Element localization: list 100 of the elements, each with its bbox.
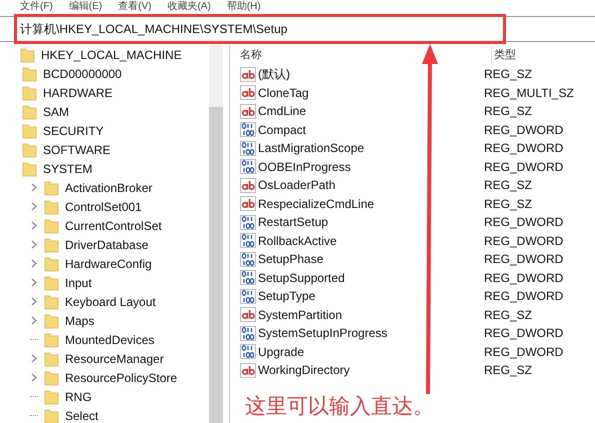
value-name[interactable]: Compact [258,120,306,139]
tree-item[interactable]: Keyboard Layout [65,292,156,310]
tree-item[interactable]: SECURITY [43,122,104,140]
tree-item[interactable]: SOFTWARE [43,140,111,158]
string-value-icon [240,362,256,378]
value-type: REG_DWORD [483,288,564,306]
value-type: REG_DWORD [483,140,564,158]
folder-icon [44,236,59,252]
folder-icon [22,122,37,138]
value-type: REG_SZ [483,306,532,324]
folder-icon [44,198,59,214]
value-type: REG_DWORD [483,158,564,176]
folder-icon [22,66,37,82]
scrollbar-thumb[interactable] [209,107,223,423]
tree-item[interactable]: HKEY_LOCAL_MACHINE [41,46,182,64]
string-value-icon [240,85,256,100]
binary-value-icon [240,122,256,138]
value-type: REG_DWORD [483,344,564,361]
value-type: REG_DWORD [483,325,564,342]
folder-icon [22,160,37,176]
scrollbar[interactable] [209,45,223,423]
value-type: REG_DWORD [483,214,564,232]
value-type: REG_SZ [483,103,532,120]
string-value-icon [240,196,256,212]
folder-icon [22,84,37,100]
value-name[interactable]: RespecializeCmdLine [258,194,374,213]
value-type: REG_DWORD [483,232,564,250]
tree-item[interactable]: DriverDatabase [65,236,148,254]
value-name[interactable]: LastMigrationScope [258,139,364,158]
value-type: REG_DWORD [483,122,564,139]
value-name[interactable]: SetupPhase [258,250,324,268]
column-header[interactable]: 类型 [494,48,516,61]
value-type: REG_SZ [483,177,532,194]
string-value-icon [240,307,256,322]
menu-item[interactable]: 查看(V) [118,0,152,13]
folder-icon [22,104,37,120]
binary-value-icon [240,326,256,341]
folder-icon [20,46,35,62]
value-name[interactable]: Upgrade [258,342,304,361]
tree-item[interactable]: MountedDevices [65,330,154,348]
tree-item[interactable]: ActivationBroker [65,178,152,196]
tree-item[interactable]: RNG [65,388,92,406]
folder-icon [44,294,59,310]
menu-item[interactable]: 帮助(H) [226,0,261,13]
value-name[interactable]: (默认) [258,65,290,84]
tree-item[interactable]: Select [65,406,98,423]
string-value-icon [240,66,256,82]
binary-value-icon [240,214,256,230]
binary-value-icon [240,233,256,248]
value-name[interactable]: OOBEInProgress [258,158,351,176]
tree-item[interactable]: ResourceManager [65,350,164,368]
binary-value-icon [240,288,256,304]
value-name[interactable]: SystemSetupInProgress [258,324,388,342]
binary-value-icon [240,159,256,174]
tree-item[interactable]: SYSTEM [43,160,92,178]
value-name[interactable]: OsLoaderPath [258,176,336,194]
folder-icon [44,350,59,366]
tree-item[interactable]: HARDWARE [43,84,113,102]
folder-icon [44,218,59,234]
value-name[interactable]: SetupSupported [258,268,345,287]
tree-item[interactable]: CurrentControlSet [65,216,162,234]
column-header[interactable]: 名称 [240,46,262,64]
value-type: REG_SZ [483,196,532,213]
menu-item[interactable]: 文件(F) [20,0,53,13]
string-value-icon [240,178,256,193]
tree-item[interactable]: Maps [65,312,94,330]
value-name[interactable]: RestartSetup [258,213,328,232]
folder-icon [44,312,59,328]
binary-value-icon [240,252,256,267]
binary-value-icon [240,140,256,156]
string-value-icon [240,104,256,119]
binary-value-icon [240,270,256,286]
folder-icon [44,256,59,272]
value-name[interactable]: CloneTag [258,84,309,102]
menu-item[interactable]: 收藏夹(A) [167,0,211,13]
value-type: REG_SZ [483,362,532,380]
value-type: REG_SZ [483,66,532,84]
folder-icon [44,408,59,423]
tree-item[interactable]: BCD00000000 [43,64,122,82]
folder-icon [44,388,59,404]
binary-value-icon [240,344,256,360]
folder-icon [22,142,37,158]
value-name[interactable]: RollbackActive [258,232,337,250]
folder-icon [44,180,59,196]
tree-item[interactable]: ResourcePolicyStore [65,368,178,386]
value-name[interactable]: WorkingDirectory [258,361,350,380]
value-name[interactable]: CmdLine [258,102,306,120]
value-name[interactable]: SystemPartition [258,306,342,324]
value-type: REG_DWORD [483,270,564,287]
address-bar[interactable]: 计算机\HKEY_LOCAL_MACHINE\SYSTEM\Setup [20,20,288,38]
tree-item[interactable]: HardwareConfig [65,254,152,272]
value-type: REG_DWORD [483,251,564,268]
value-name[interactable]: SetupType [258,287,316,306]
folder-icon [44,332,59,348]
folder-icon [44,274,59,290]
tree-item[interactable]: ControlSet001 [65,198,142,216]
tree-item[interactable]: Input [65,274,92,292]
tree-item[interactable]: SAM [43,102,70,120]
value-type: REG_MULTI_SZ [483,84,574,102]
menu-item[interactable]: 编辑(E) [68,0,102,13]
